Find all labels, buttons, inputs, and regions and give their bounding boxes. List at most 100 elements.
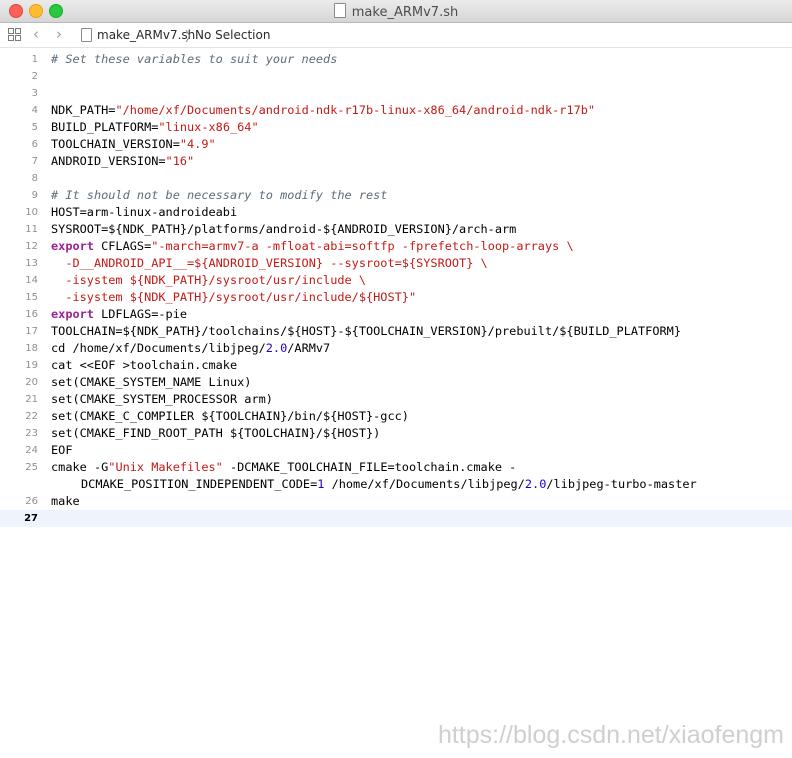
code-token: 2.0 (524, 477, 547, 491)
line-number: 24 (25, 445, 38, 456)
line-number: 17 (25, 326, 38, 337)
line-number: 9 (31, 190, 38, 201)
code-line[interactable]: 13 -D__ANDROID_API__=${ANDROID_VERSION} … (0, 255, 792, 272)
code-line[interactable]: 17 TOOLCHAIN=${NDK_PATH}/toolchains/${HOS… (0, 323, 792, 340)
code-token: "linux-x86_64" (158, 120, 259, 134)
line-number: 1 (31, 54, 38, 65)
code-token: -isystem ${NDK_PATH}/sysroot/usr/include… (51, 290, 417, 304)
code-token: TOOLCHAIN=${NDK_PATH}/toolchains/${HOST}… (51, 324, 681, 338)
code-line[interactable]: 22 set(CMAKE_C_COMPILER ${TOOLCHAIN}/bin/… (0, 408, 792, 425)
line-number: 22 (25, 411, 38, 422)
code-line[interactable]: 12 export CFLAGS="-march=armv7-a -mfloat-… (0, 238, 792, 255)
code-token: "-march=armv7-a -mfloat-abi=softfp -fpre… (151, 239, 574, 253)
line-number: 16 (25, 309, 38, 320)
line-number: 3 (31, 88, 38, 99)
code-line[interactable]: 19 cat <<EOF >toolchain.cmake (0, 357, 792, 374)
code-token: HOST=arm-linux-androideabi (51, 205, 238, 219)
code-token: /libjpeg-turbo-master (546, 477, 697, 491)
code-line[interactable]: 9 # It should not be necessary to modify … (0, 187, 792, 204)
code-token: BUILD_PLATFORM= (51, 120, 159, 134)
code-line[interactable]: 11 SYSROOT=${NDK_PATH}/platforms/android-… (0, 221, 792, 238)
code-text: -isystem ${NDK_PATH}/sysroot/usr/include… (51, 289, 416, 306)
code-line[interactable]: 20 set(CMAKE_SYSTEM_NAME Linux) (0, 374, 792, 391)
code-line[interactable]: 10 HOST=arm-linux-androideabi (0, 204, 792, 221)
code-text: set(CMAKE_C_COMPILER ${TOOLCHAIN}/bin/${… (51, 408, 409, 425)
code-line[interactable]: 4 NDK_PATH="/home/xf/Documents/android-nd… (0, 102, 792, 119)
code-token: TOOLCHAIN_VERSION= (51, 137, 180, 151)
watermark: https://blog.csdn.net/xiaofengm (437, 721, 784, 749)
code-line[interactable]: 6 TOOLCHAIN_VERSION="4.9" (0, 136, 792, 153)
code-token: set(CMAKE_SYSTEM_PROCESSOR arm) (51, 392, 273, 406)
code-token: 2.0 (265, 341, 288, 355)
code-token: export (51, 239, 94, 253)
code-token: CFLAGS= (93, 239, 152, 253)
code-line[interactable]: 3 (0, 85, 792, 102)
code-text: # Set these variables to suit your needs (51, 51, 337, 68)
window-title: make_ARMv7.sh (0, 3, 792, 20)
code-line[interactable]: 14 -isystem ${NDK_PATH}/sysroot/usr/incl… (0, 272, 792, 289)
code-token: "4.9" (179, 137, 216, 151)
code-text: set(CMAKE_FIND_ROOT_PATH ${TOOLCHAIN}/${… (51, 425, 380, 442)
code-text: EOF (51, 442, 72, 459)
document-icon (333, 3, 346, 18)
code-text: set(CMAKE_SYSTEM_PROCESSOR arm) (51, 391, 273, 408)
related-items-grid-icon[interactable] (8, 28, 21, 41)
line-number: 7 (31, 156, 38, 167)
line-number: 5 (31, 122, 38, 133)
code-line[interactable]: 25 cmake -G"Unix Makefiles" -DCMAKE_TOOLC… (0, 459, 792, 493)
chevron-left-icon[interactable]: ‹ (33, 25, 39, 43)
code-line[interactable]: 2 (0, 68, 792, 85)
code-text: cd /home/xf/Documents/libjpeg/2.0/ARMv7 (51, 340, 330, 357)
code-text: HOST=arm-linux-androideabi (51, 204, 237, 221)
code-text: TOOLCHAIN_VERSION="4.9" (51, 136, 216, 153)
line-number: 27 (24, 513, 38, 524)
code-line[interactable]: 27 (0, 510, 792, 527)
line-number: 19 (25, 360, 38, 371)
code-token: cmake -G (51, 460, 109, 474)
jump-bar: ‹ › make_ARMv7.sh 〉 No Selection (0, 23, 792, 48)
code-token: /ARMv7 (287, 341, 331, 355)
code-token: set(CMAKE_FIND_ROOT_PATH ${TOOLCHAIN}/${… (51, 426, 381, 440)
line-number: 8 (31, 173, 38, 184)
code-text: make (51, 493, 80, 510)
source-editor[interactable]: 1 # Set these variables to suit your need… (0, 51, 792, 527)
code-text: -isystem ${NDK_PATH}/sysroot/usr/include… (51, 272, 366, 289)
code-line[interactable]: 18 cd /home/xf/Documents/libjpeg/2.0/ARMv… (0, 340, 792, 357)
code-token: SYSROOT=${NDK_PATH}/platforms/android-${… (51, 222, 517, 236)
code-text: SYSROOT=${NDK_PATH}/platforms/android-${… (51, 221, 516, 238)
code-line[interactable]: 21 set(CMAKE_SYSTEM_PROCESSOR arm) (0, 391, 792, 408)
code-token: /home/xf/Documents/libjpeg/ (324, 477, 525, 491)
code-line[interactable]: 7 ANDROID_VERSION="16" (0, 153, 792, 170)
code-text: ANDROID_VERSION="16" (51, 153, 194, 170)
jumpbar-file[interactable]: make_ARMv7.sh (97, 28, 195, 42)
line-number: 2 (31, 71, 38, 82)
line-number: 12 (25, 241, 38, 252)
line-number: 11 (25, 224, 38, 235)
code-line[interactable]: 5 BUILD_PLATFORM="linux-x86_64" (0, 119, 792, 136)
code-text: set(CMAKE_SYSTEM_NAME Linux) (51, 374, 251, 391)
jumpbar-selection[interactable]: No Selection (195, 28, 270, 42)
line-number: 21 (25, 394, 38, 405)
code-token: EOF (51, 443, 73, 457)
code-line[interactable]: 26 make (0, 493, 792, 510)
code-token: -D__ANDROID_API__=${ANDROID_VERSION} --s… (51, 256, 488, 270)
code-token: # Set these variables to suit your needs (51, 52, 338, 66)
code-text: cat <<EOF >toolchain.cmake (51, 357, 237, 374)
code-text: # It should not be necessary to modify t… (51, 187, 387, 204)
code-line[interactable]: 23 set(CMAKE_FIND_ROOT_PATH ${TOOLCHAIN}/… (0, 425, 792, 442)
line-number: 20 (25, 377, 38, 388)
code-line[interactable]: 15 -isystem ${NDK_PATH}/sysroot/usr/incl… (0, 289, 792, 306)
code-token: "16" (165, 154, 195, 168)
line-number: 25 (25, 462, 38, 473)
code-token: "/home/xf/Documents/android-ndk-r17b-lin… (115, 103, 596, 117)
code-line[interactable]: 24 EOF (0, 442, 792, 459)
code-line[interactable]: 1 # Set these variables to suit your need… (0, 51, 792, 68)
line-number: 26 (25, 496, 38, 507)
code-line[interactable]: 8 (0, 170, 792, 187)
code-text: export LDFLAGS=-pie (51, 306, 187, 323)
code-text: cmake -G"Unix Makefiles" -DCMAKE_TOOLCHA… (51, 459, 516, 476)
code-token: "Unix Makefiles" (108, 460, 223, 474)
code-token: set(CMAKE_C_COMPILER ${TOOLCHAIN}/bin/${… (51, 409, 409, 423)
code-line[interactable]: 16 export LDFLAGS=-pie (0, 306, 792, 323)
chevron-right-icon[interactable]: › (56, 25, 62, 43)
